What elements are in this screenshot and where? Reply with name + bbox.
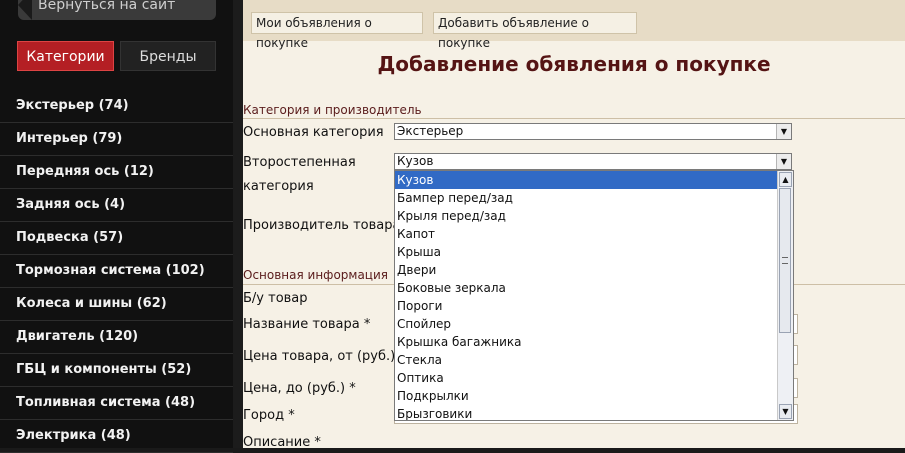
- page-title: Добавление обявления о покупке: [377, 52, 771, 76]
- dropdown-option-roof[interactable]: Крыша: [395, 243, 793, 261]
- secondary-category-value: Кузов: [397, 154, 434, 168]
- chevron-down-icon[interactable]: ▼: [779, 404, 792, 419]
- category-item-front-axle[interactable]: Передняя ось (12): [0, 156, 233, 189]
- dropdown-scrollbar[interactable]: ▲ ▼: [777, 171, 793, 420]
- add-ad-button[interactable]: Добавить объявление о покупке: [433, 12, 637, 50]
- used-label: Б/у товар: [243, 291, 308, 306]
- chevron-down-icon[interactable]: ▼: [776, 124, 791, 139]
- my-ads-button[interactable]: Мои объявления о покупке: [251, 12, 423, 50]
- main-content: Мои объявления о покупке Добавить объявл…: [243, 0, 905, 450]
- dropdown-option-bumper[interactable]: Бампер перед/зад: [395, 189, 793, 207]
- tab-categories[interactable]: Категории: [17, 41, 114, 71]
- category-item-rear-axle[interactable]: Задняя ось (4): [0, 189, 233, 222]
- manufacturer-label: Производитель товара: [243, 218, 401, 233]
- secondary-category-label-line1: Второстепенная: [243, 155, 356, 170]
- secondary-category-dropdown[interactable]: Кузов Бампер перед/зад Крыля перед/зад К…: [394, 170, 794, 421]
- category-item-engine[interactable]: Двигатель (120): [0, 321, 233, 354]
- grip-icon: [782, 257, 788, 264]
- dropdown-option-hood[interactable]: Капот: [395, 225, 793, 243]
- sidebar-divider: [233, 0, 243, 448]
- dropdown-option-sills[interactable]: Пороги: [395, 297, 793, 315]
- category-item-exterior[interactable]: Экстерьер (74): [0, 90, 233, 123]
- category-item-wheels[interactable]: Колеса и шины (62): [0, 288, 233, 321]
- dropdown-option-trunk-lid[interactable]: Крышка багажника: [395, 333, 793, 351]
- price-from-label: Цена товара, от (руб.): [243, 349, 396, 364]
- category-item-suspension[interactable]: Подвеска (57): [0, 222, 233, 255]
- dropdown-option-spoiler[interactable]: Спойлер: [395, 315, 793, 333]
- dropdown-option-optics[interactable]: Оптика: [395, 369, 793, 387]
- price-to-label: Цена, до (руб.) *: [243, 381, 356, 396]
- section-divider: [243, 118, 905, 119]
- main-category-select[interactable]: Экстерьер ▼: [394, 123, 792, 140]
- secondary-category-label-line2: категория: [243, 179, 314, 194]
- tab-brands[interactable]: Бренды: [120, 41, 216, 71]
- dropdown-option-liners[interactable]: Подкрылки: [395, 387, 793, 405]
- city-label: Город *: [243, 408, 295, 423]
- dropdown-option-glass[interactable]: Стекла: [395, 351, 793, 369]
- chevron-up-icon[interactable]: ▲: [779, 172, 792, 187]
- back-to-site-button[interactable]: Вернуться на сайт: [18, 0, 216, 20]
- category-item-cylinder-head[interactable]: ГБЦ и компоненты (52): [0, 354, 233, 387]
- section-category-heading: Категория и производитель: [243, 103, 422, 117]
- main-category-value: Экстерьер: [397, 124, 464, 138]
- dropdown-option-kuzov[interactable]: Кузов: [395, 171, 793, 189]
- category-list: Экстерьер (74) Интерьер (79) Передняя ос…: [0, 90, 233, 453]
- category-item-electrics[interactable]: Электрика (48): [0, 420, 233, 453]
- sidebar: Вернуться на сайт Категории Бренды Эксте…: [0, 0, 233, 453]
- dropdown-option-side-mirrors[interactable]: Боковые зеркала: [395, 279, 793, 297]
- dropdown-option-fenders[interactable]: Крыля перед/зад: [395, 207, 793, 225]
- main-category-label: Основная категория: [243, 125, 384, 140]
- dropdown-option-doors[interactable]: Двери: [395, 261, 793, 279]
- name-label: Название товара *: [243, 317, 371, 332]
- scrollbar-thumb[interactable]: [779, 188, 791, 333]
- top-toolbar: Мои объявления о покупке Добавить объявл…: [243, 0, 905, 50]
- category-item-fuel-system[interactable]: Топливная система (48): [0, 387, 233, 420]
- chevron-down-icon[interactable]: ▼: [776, 154, 791, 169]
- secondary-category-select[interactable]: Кузов ▼: [394, 153, 792, 170]
- category-item-interior[interactable]: Интерьер (79): [0, 123, 233, 156]
- category-item-brakes[interactable]: Тормозная система (102): [0, 255, 233, 288]
- dropdown-option-mudflaps[interactable]: Брызговики: [395, 405, 793, 420]
